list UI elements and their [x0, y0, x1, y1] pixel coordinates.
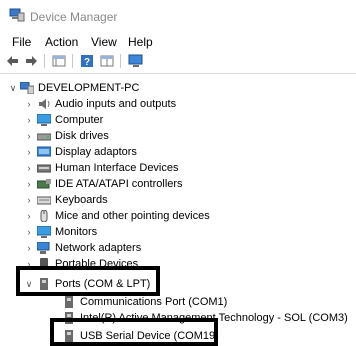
toolbar-divider [0, 73, 356, 74]
title-bar: Device Manager [0, 0, 356, 32]
device-manager-icon [9, 8, 25, 22]
forward-arrow-icon[interactable] [24, 54, 38, 68]
tree-item-keyboards[interactable]: › Keyboards [0, 192, 356, 208]
tree-item-label: Network adapters [55, 242, 142, 254]
menu-file[interactable]: File [12, 35, 31, 49]
chevron-right-icon[interactable]: › [24, 208, 34, 224]
tree-item-label: Computer [55, 114, 104, 126]
toolbar-separator [44, 54, 45, 68]
chevron-down-icon[interactable]: ∨ [8, 80, 18, 96]
svg-text:?: ? [84, 57, 90, 68]
hid-icon [37, 164, 51, 173]
tree-item-com1[interactable]: Communications Port (COM1) [0, 294, 356, 310]
speaker-icon [39, 99, 50, 109]
tree-item-label: Mice and other pointing devices [55, 210, 210, 222]
properties-grid-icon[interactable] [52, 54, 66, 68]
tree-item-monitors[interactable]: › Monitors [0, 224, 356, 240]
tree-root-label: DEVELOPMENT-PC [38, 82, 140, 94]
tree-item-mice[interactable]: › Mice and other pointing devices [0, 208, 356, 224]
ide-controller-icon [37, 179, 51, 189]
highlight-box-usb-serial [50, 318, 218, 346]
toolbar-separator [72, 54, 73, 68]
chevron-right-icon[interactable]: › [24, 144, 34, 160]
toolbar: ? [0, 54, 356, 70]
display-adapter-icon [37, 146, 51, 157]
mouse-icon [40, 210, 48, 222]
menu-view[interactable]: View [91, 35, 117, 49]
chevron-right-icon[interactable]: › [24, 224, 34, 240]
tree-item-ide[interactable]: › IDE ATA/ATAPI controllers [0, 176, 356, 192]
help-icon[interactable]: ? [80, 54, 94, 68]
view-grid-icon[interactable] [100, 54, 114, 68]
tree-item-label: Human Interface Devices [55, 162, 179, 174]
back-arrow-icon[interactable] [6, 54, 20, 68]
monitor-icon [37, 114, 51, 126]
chevron-right-icon[interactable]: › [24, 112, 34, 128]
tree-item-label: Communications Port (COM1) [80, 296, 228, 308]
tree-item-display-adaptors[interactable]: › Display adaptors [0, 144, 356, 160]
disk-drive-icon [37, 133, 51, 141]
tree-item-network[interactable]: › Network adapters [0, 240, 356, 256]
tree-item-label: Audio inputs and outputs [55, 98, 177, 110]
menu-action[interactable]: Action [45, 35, 78, 49]
highlight-box-ports [16, 266, 160, 296]
tree-item-label: IDE ATA/ATAPI controllers [55, 178, 183, 190]
monitor-scan-icon[interactable] [128, 54, 144, 68]
chevron-right-icon[interactable]: › [24, 96, 34, 112]
keyboard-icon [37, 196, 51, 205]
menu-help[interactable]: Help [128, 35, 153, 49]
computer-icon [20, 82, 34, 94]
chevron-right-icon[interactable]: › [24, 192, 34, 208]
network-adapter-icon [37, 242, 50, 254]
chevron-right-icon[interactable]: › [24, 176, 34, 192]
chevron-right-icon[interactable]: › [24, 240, 34, 256]
tree-item-disk-drives[interactable]: › Disk drives [0, 128, 356, 144]
port-icon [65, 296, 73, 308]
menu-bar: File Action View Help [0, 34, 356, 52]
tree-item-audio[interactable]: › Audio inputs and outputs [0, 96, 356, 112]
tree-item-label: Monitors [55, 226, 98, 238]
tree-item-label: Display adaptors [55, 146, 137, 158]
chevron-right-icon[interactable]: › [24, 128, 34, 144]
tree-item-hid[interactable]: › Human Interface Devices [0, 160, 356, 176]
tree-item-computer[interactable]: › Computer [0, 112, 356, 128]
monitor-icon [37, 226, 51, 238]
window-title: Device Manager [30, 10, 118, 24]
toolbar-separator [120, 54, 121, 68]
tree-root[interactable]: ∨ DEVELOPMENT-PC [0, 80, 356, 96]
tree-item-label: Disk drives [55, 130, 109, 142]
tree-item-label: Keyboards [55, 194, 108, 206]
chevron-right-icon[interactable]: › [24, 160, 34, 176]
